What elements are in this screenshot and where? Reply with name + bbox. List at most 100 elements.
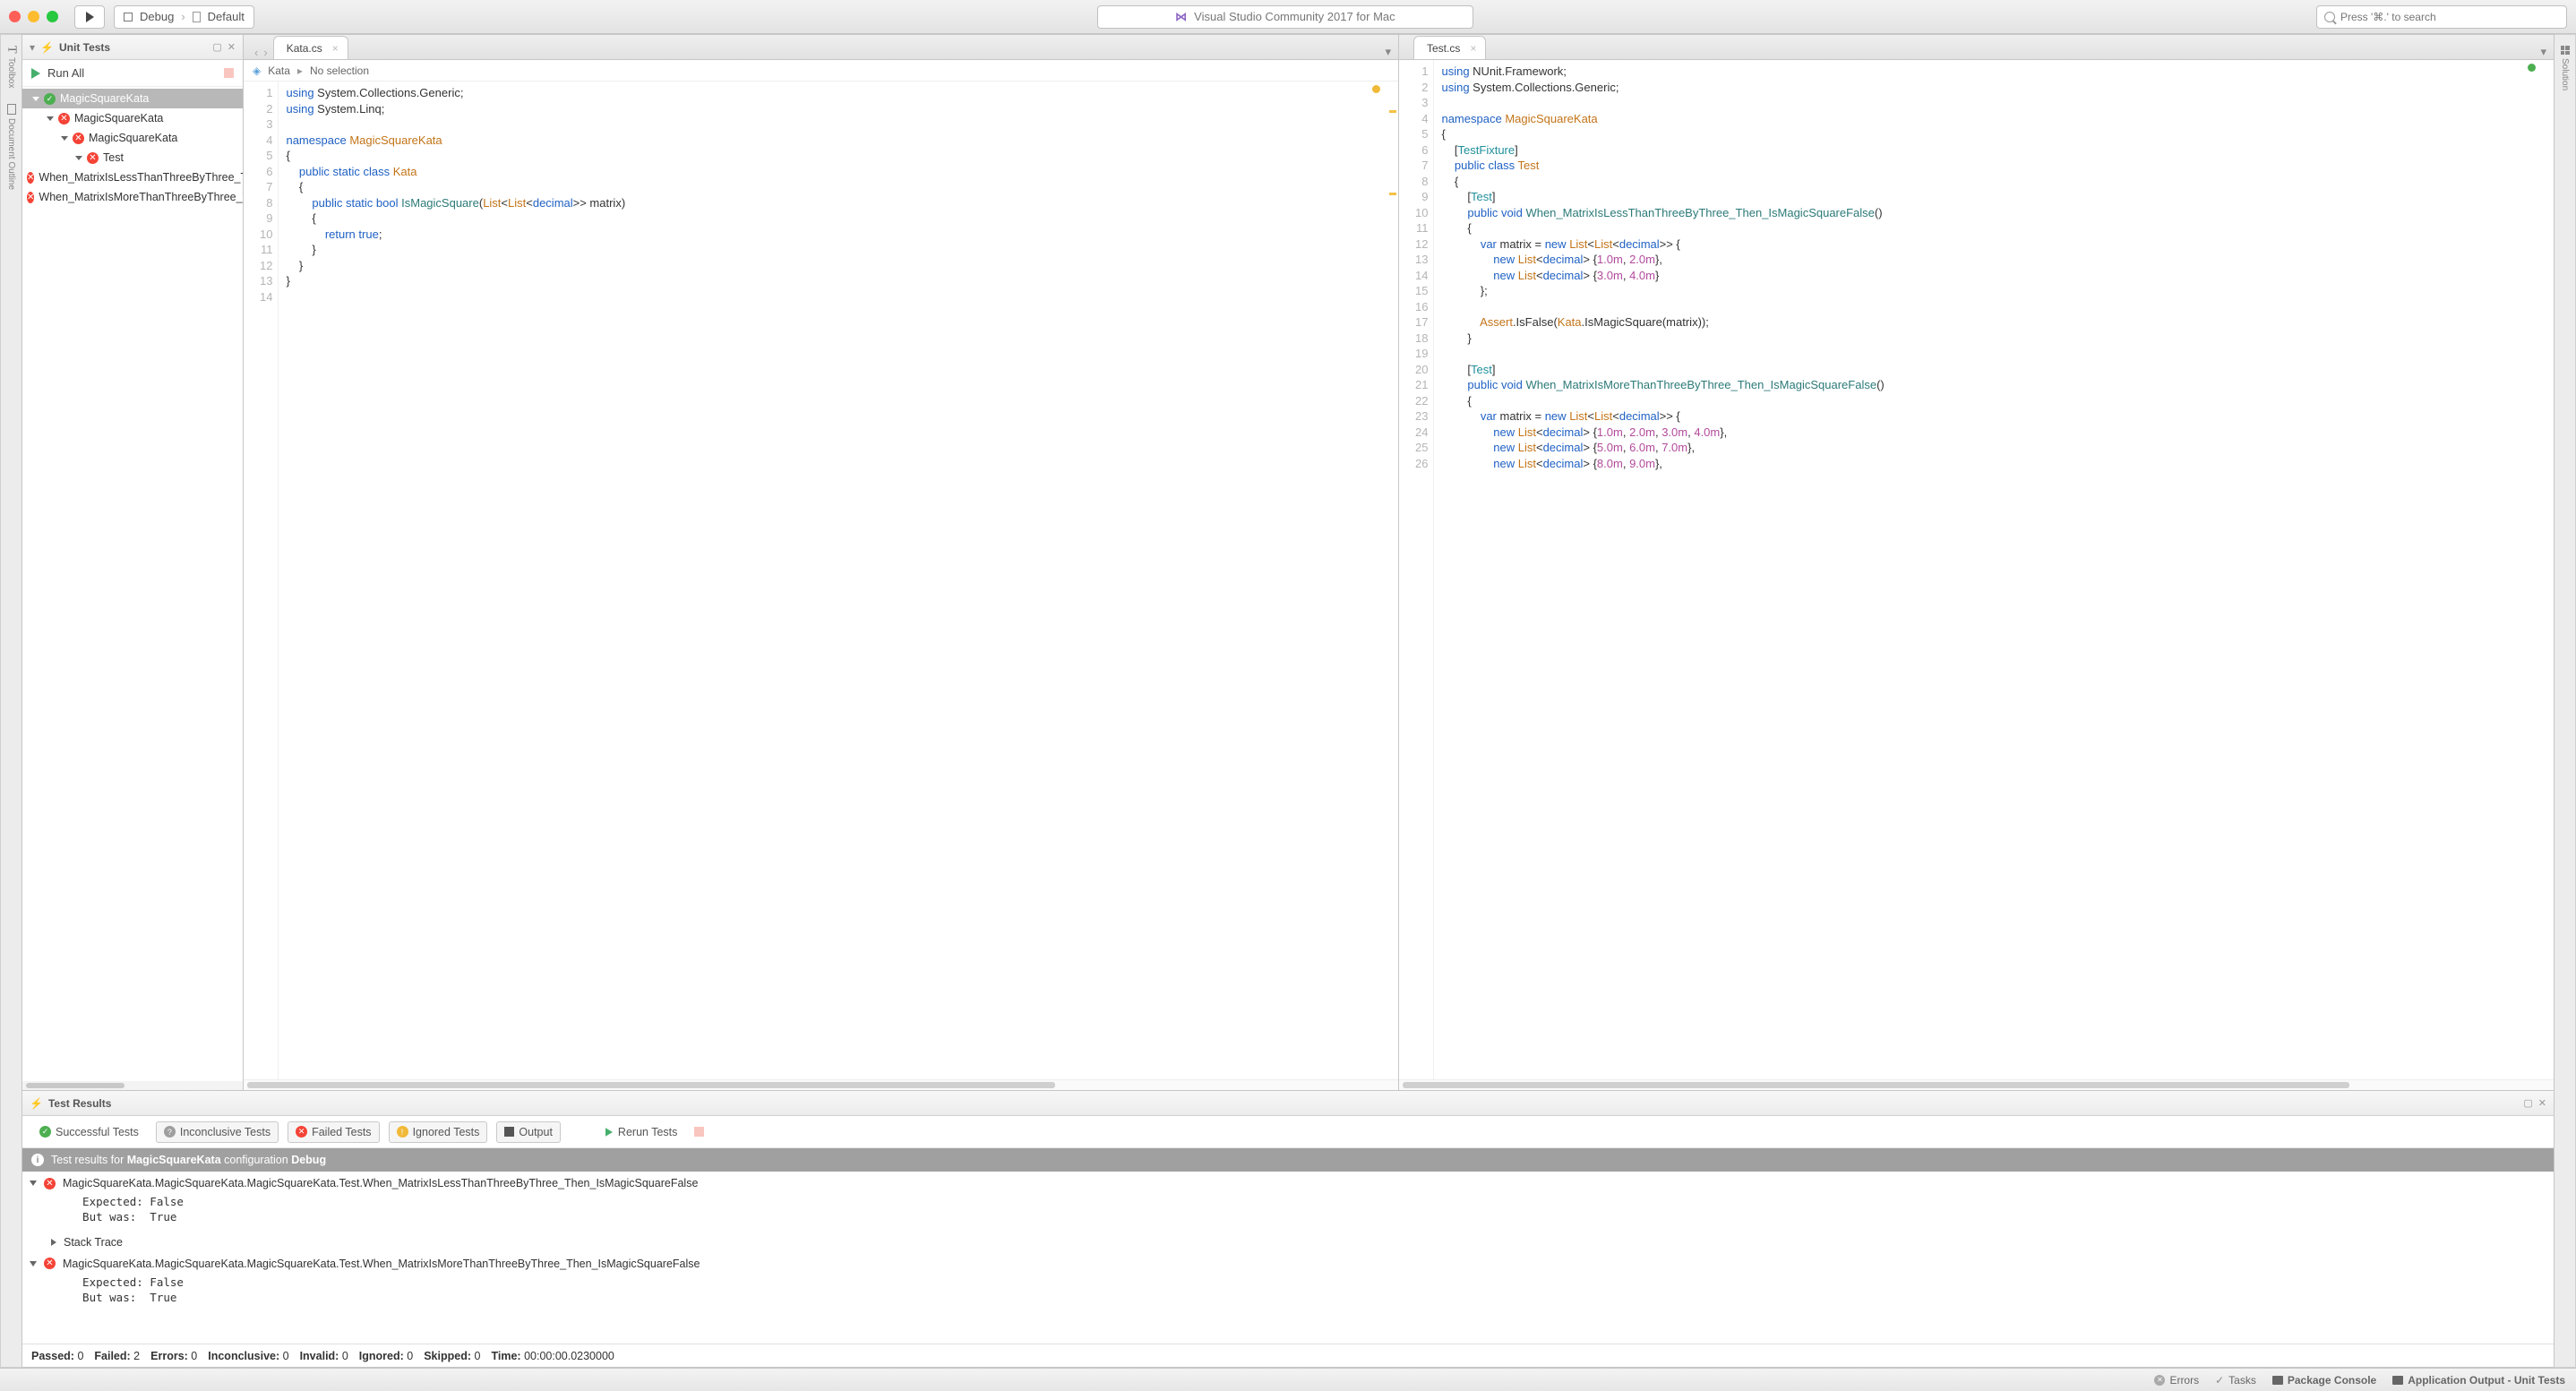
tree-test-1[interactable]: ✕When_MatrixIsLessThanThreeByThree_Then_… (22, 167, 243, 187)
filter-inconclusive[interactable]: ?Inconclusive Tests (156, 1121, 279, 1143)
rail-tab-doc-outline[interactable]: Document Outline (4, 99, 18, 195)
nav-back-icon[interactable]: ‹ (254, 46, 258, 59)
rerun-tests-button[interactable]: Rerun Tests (597, 1121, 685, 1143)
test-results-body[interactable]: ✕MagicSquareKata.MagicSquareKata.MagicSq… (22, 1172, 2554, 1344)
autohide-icon[interactable]: ▢ (2523, 1097, 2532, 1109)
unit-tests-hscroll[interactable] (22, 1081, 243, 1090)
tree-root[interactable]: ✓MagicSquareKata (22, 89, 243, 108)
zoom-icon[interactable] (47, 11, 58, 22)
close-panel-icon[interactable]: ✕ (2538, 1097, 2546, 1109)
rail-tab-solution[interactable]: Solution (2558, 40, 2572, 96)
chevron-down-icon (61, 136, 68, 141)
status-errors[interactable]: ✕Errors (2154, 1374, 2199, 1387)
solution-icon (2561, 46, 2570, 55)
global-search[interactable] (2316, 5, 2567, 29)
fail-icon: ✕ (27, 192, 34, 203)
test-results-filters: ✓Successful Tests ?Inconclusive Tests ✕F… (22, 1116, 2554, 1148)
scrollbar-thumb[interactable] (1403, 1082, 2349, 1088)
status-tasks[interactable]: ✓Tasks (2215, 1374, 2256, 1387)
statusbar: ✕Errors ✓Tasks Package Console Applicati… (0, 1368, 2576, 1391)
close-icon[interactable] (9, 11, 21, 22)
unit-tests-title: Unit Tests (59, 41, 207, 54)
app-title-pill: ⋈ Visual Studio Community 2017 for Mac (1097, 5, 1473, 29)
right-rail: Solution (2555, 34, 2576, 1368)
success-icon: ✓ (39, 1126, 51, 1138)
ok-dot-icon (2528, 64, 2536, 72)
result-detail: Expected: False But was: True (69, 1191, 2554, 1232)
toolbox-icon: T (4, 46, 19, 54)
editor-pane-kata: ‹ › Kata.cs× ▾ ◈ Kata ▸ No selection 123… (243, 34, 1399, 1091)
code-area-test[interactable]: 1234567891011121314151617181920212223242… (1399, 60, 2554, 1079)
run-all-button[interactable]: Run All (47, 66, 84, 80)
project-icon (124, 13, 133, 21)
status-app-output[interactable]: Application Output - Unit Tests (2392, 1374, 2565, 1387)
chevron-right-icon (51, 1239, 56, 1246)
error-strip (2543, 64, 2552, 1076)
stack-trace-label: Stack Trace (64, 1236, 123, 1249)
stop-icon[interactable] (224, 68, 234, 78)
vs-icon: ⋈ (1175, 10, 1187, 24)
tree-test-2[interactable]: ✕When_MatrixIsMoreThanThreeByThree_Then_… (22, 187, 243, 207)
test-results-title: Test Results (48, 1097, 2518, 1110)
filter-output[interactable]: Output (496, 1121, 561, 1143)
filter-ignored[interactable]: !Ignored Tests (389, 1121, 488, 1143)
tree-test-class[interactable]: ✕Test (22, 148, 243, 167)
unit-tests-tree[interactable]: ✓MagicSquareKata ✕MagicSquareKata ✕Magic… (22, 87, 243, 1081)
tree-ns[interactable]: ✕MagicSquareKata (22, 108, 243, 128)
tab-test[interactable]: Test.cs× (1413, 36, 1486, 59)
tab-nav: ‹ › (249, 46, 273, 59)
breadcrumb-sel: No selection (310, 64, 369, 77)
status-package-console[interactable]: Package Console (2272, 1374, 2376, 1387)
close-panel-icon[interactable]: ✕ (228, 41, 236, 53)
chevron-down-icon (47, 116, 54, 121)
test-results-banner: i Test results for MagicSquareKata confi… (22, 1148, 2554, 1172)
main-area: TToolbox Document Outline ▾ ⚡ Unit Tests… (0, 34, 2576, 1368)
chevron-down-icon (30, 1181, 37, 1186)
code-area-kata[interactable]: 1234567891011121314 using System.Collect… (244, 82, 1398, 1079)
code-body[interactable]: using System.Collections.Generic;using S… (279, 82, 1398, 1079)
scrollbar-thumb[interactable] (26, 1083, 125, 1088)
nav-fwd-icon[interactable]: › (263, 46, 267, 59)
editor-hscroll[interactable] (1399, 1079, 2554, 1090)
tab-dropdown-icon[interactable]: ▾ (1385, 45, 1391, 59)
config-default: Default (208, 10, 245, 23)
breadcrumb-left[interactable]: ◈ Kata ▸ No selection (244, 60, 1398, 82)
tab-kata[interactable]: Kata.cs× (273, 36, 348, 59)
fail-icon: ✕ (44, 1258, 56, 1269)
result-row[interactable]: ✕MagicSquareKata.MagicSquareKata.MagicSq… (22, 1256, 2554, 1272)
run-config-selector[interactable]: Debug › Default (114, 5, 254, 29)
search-input[interactable] (2340, 11, 2559, 23)
rail-tab-toolbox[interactable]: TToolbox (3, 40, 21, 93)
inconclusive-icon: ? (164, 1126, 176, 1138)
filter-success[interactable]: ✓Successful Tests (31, 1121, 147, 1143)
stack-trace-row[interactable]: Stack Trace (51, 1232, 2554, 1256)
tab-strip-left: ‹ › Kata.cs× ▾ (244, 35, 1398, 60)
autohide-icon[interactable]: ▢ (212, 41, 221, 53)
left-rail: TToolbox Document Outline (0, 34, 21, 1368)
close-tab-icon[interactable]: × (332, 42, 339, 55)
result-row[interactable]: ✕MagicSquareKata.MagicSquareKata.MagicSq… (22, 1175, 2554, 1191)
chevron-right-icon: › (181, 10, 185, 23)
chevron-down-icon[interactable]: ▾ (30, 41, 35, 54)
run-button[interactable] (74, 5, 105, 29)
close-tab-icon[interactable]: × (1470, 42, 1476, 55)
code-body[interactable]: using NUnit.Framework;using System.Colle… (1434, 60, 2554, 1079)
test-results-footer: Passed: 0 Failed: 2 Errors: 0 Inconclusi… (22, 1344, 2554, 1367)
editor-hscroll[interactable] (244, 1079, 1398, 1090)
minimize-icon[interactable] (28, 11, 39, 22)
tab-dropdown-icon[interactable]: ▾ (2540, 45, 2546, 59)
filter-failed[interactable]: ✕Failed Tests (288, 1121, 379, 1143)
tree-class[interactable]: ✕MagicSquareKata (22, 128, 243, 148)
warn-marker-icon (1389, 110, 1396, 113)
chevron-right-icon: ▸ (297, 64, 303, 77)
editor-pane-test: Test.cs× ▾ 12345678910111213141516171819… (1398, 34, 2555, 1091)
outline-icon (7, 104, 16, 115)
run-icon[interactable] (31, 68, 40, 79)
check-icon: ✓ (2215, 1374, 2224, 1387)
config-debug: Debug (140, 10, 174, 23)
terminal-icon (2272, 1376, 2283, 1385)
info-icon: i (31, 1154, 44, 1166)
fail-icon: ✕ (73, 133, 84, 144)
scrollbar-thumb[interactable] (247, 1082, 1055, 1088)
stop-icon[interactable] (694, 1127, 704, 1137)
